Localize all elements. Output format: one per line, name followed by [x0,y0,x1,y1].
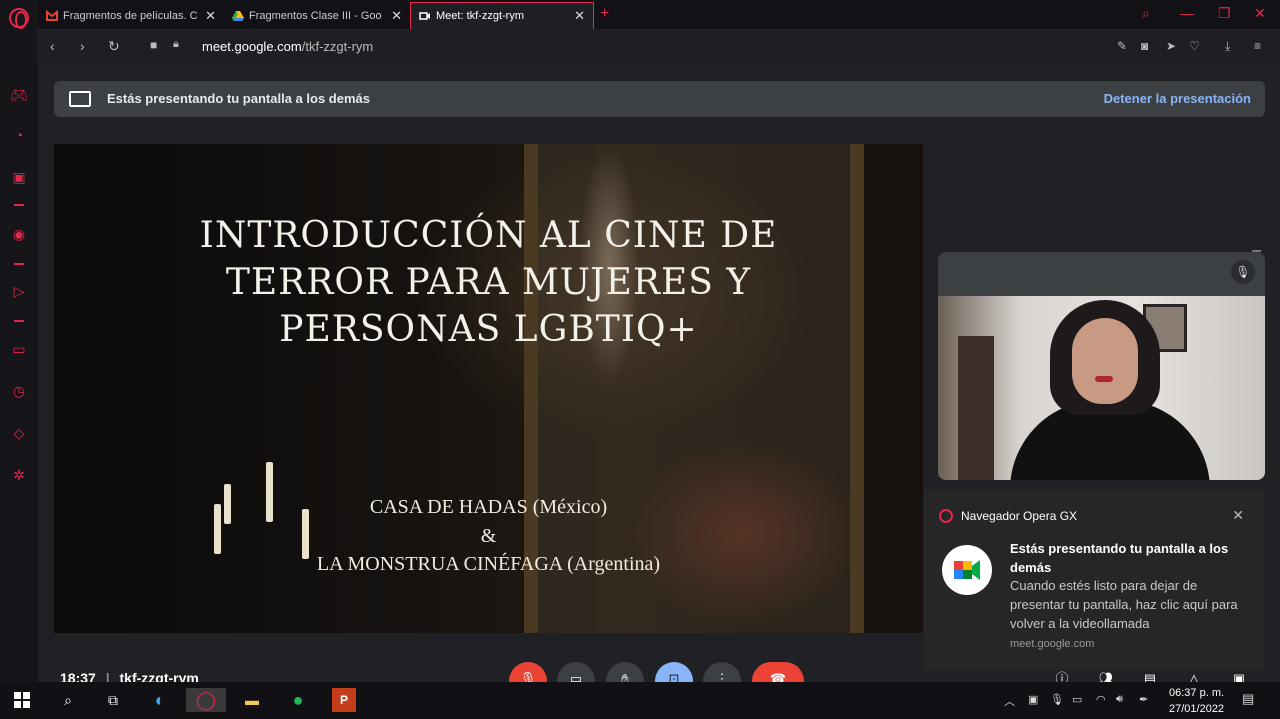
task-view-icon[interactable]: ⧉ [101,688,125,712]
menu-icon[interactable]: ≡ [1254,39,1261,53]
show-hidden-icons-icon[interactable]: ︿ [1004,693,1015,709]
slide-title-line: INTRODUCCIÓN AL CINE DE [199,215,778,256]
close-tab-icon[interactable]: ✕ [391,8,402,24]
slide-title-line: PERSONAS LGBTIQ+ [279,309,698,350]
slide-title: INTRODUCCIÓN AL CINE DE TERROR PARA MUJE… [54,212,923,353]
search-icon[interactable]: ⌕ [56,688,80,712]
camera-feed-door [958,336,994,480]
slide-subtitle-line: & [480,525,497,547]
reload-icon[interactable]: ↻ [108,38,120,55]
presentation-slide: INTRODUCCIÓN AL CINE DE TERROR PARA MUJE… [54,144,923,633]
new-tab-icon[interactable]: + [600,5,609,23]
notification-title: Estás presentando tu pantalla a los demá… [1010,541,1229,575]
maximize-icon[interactable]: ❐ [1218,5,1231,22]
tab-gmail[interactable]: Fragmentos de películas. C ✕ [38,2,224,29]
meet-icon [419,12,430,20]
slide-title-line: TERROR PARA MUJERES Y [225,262,752,303]
self-view-tile[interactable]: 🎙︎ [938,252,1265,480]
camera-feed-person [1010,300,1210,480]
close-notification-icon[interactable]: ✕ [1232,507,1244,524]
file-explorer-icon[interactable]: ▬ [240,688,264,712]
meet-tray-icon[interactable]: ▣ [1028,693,1038,706]
google-meet-logo-icon [942,545,992,595]
stop-presenting-button[interactable]: Detener la presentación [1104,91,1251,106]
windows-logo-icon [14,692,30,708]
tab-label: Fragmentos Clase III - Goo [249,9,382,22]
lock-icon: 🔒︎ [173,38,179,50]
opera-logo-icon[interactable] [9,8,29,29]
tab-label: Meet: tkf-zzgt-rym [436,10,525,22]
close-window-icon[interactable]: ✕ [1254,5,1266,22]
url-domain: meet.google.com [202,39,302,54]
google-drive-icon [232,10,244,21]
player-icon[interactable]: ▷ [10,282,28,300]
windows-start-icon[interactable] [10,688,34,712]
volume-icon[interactable]: 🔊︎ [1116,693,1123,706]
minimize-icon[interactable]: — [1180,5,1194,21]
briefcase-icon[interactable]: ▣ [10,168,28,186]
tab-bar: Fragmentos de películas. C ✕ Fragmentos … [38,0,1280,29]
present-screen-icon [69,91,91,107]
tab-drive[interactable]: Fragmentos Clase III - Goo ✕ [224,2,410,29]
notification-toast[interactable]: Navegador Opera GX ✕ Estás presentando t… [924,490,1264,670]
cube-icon[interactable]: ◇ [10,424,28,442]
sidebar-separator [14,263,24,265]
google-meet-logo-icon [954,560,980,580]
opera-gx-taskbar-icon[interactable]: ◯ [186,688,226,712]
notification-body: Cuando estés listo para dejar de present… [1010,578,1238,631]
spotify-icon[interactable]: ● [286,688,310,712]
tab-label: Fragmentos de películas. C [63,9,198,22]
camera-feed [938,296,1265,480]
gmail-icon [46,9,58,21]
close-tab-icon[interactable]: ✕ [574,8,585,24]
speedometer-icon[interactable]: ◔ [10,126,28,144]
gamepad-icon[interactable]: 🎮︎ [10,86,28,104]
microphone-icon[interactable]: 🎙︎ [1050,693,1064,706]
sidebar-separator [14,320,24,322]
notification-app-name: Navegador Opera GX [961,509,1078,523]
wifi-icon[interactable]: ◠ [1096,693,1106,706]
mic-off-icon: 🎙︎ [1231,260,1255,284]
notification-source: meet.google.com [1010,638,1095,650]
edge-icon[interactable]: ◐ [148,688,172,712]
clock-date: 27/01/2022 [1169,703,1225,715]
slide-subtitle-line: CASA DE HADAS (México) [369,496,608,518]
search-icon[interactable]: ⌕ [1142,5,1150,22]
camera-icon[interactable]: ■ [150,38,157,52]
opera-logo-icon [939,509,953,523]
back-icon[interactable]: ‹ [50,38,55,54]
url-field[interactable]: meet.google.com/tkf-zzgt-rym [202,39,373,54]
whatsapp-icon[interactable]: ◉ [10,225,28,243]
clock-time: 06:37 p. m. [1169,687,1225,699]
slide-subtitle-line: LA MONSTRUA CINÉFAGA (Argentina) [316,553,661,575]
send-icon[interactable]: ➤ [1166,39,1176,53]
sidebar-separator [14,204,24,206]
powerpoint-icon[interactable]: P [332,688,356,712]
system-clock[interactable]: 06:37 p. m. 27/01/2022 [1169,685,1224,717]
person-face [1072,318,1138,404]
banner-text: Estás presentando tu pantalla a los demá… [107,91,370,106]
edit-icon[interactable]: ✎ [1117,39,1127,53]
url-path: /tkf-zzgt-rym [301,39,374,54]
opera-sidebar: 🎮︎ ◔ ▣ ◉ ▷ ▭ ◷ ◇ ✲ [0,0,38,682]
snapshot-icon[interactable]: ◙ [1141,39,1148,53]
windows-taskbar: ⌕ ⧉ ◐ ◯ ▬ ● P ︿ ▣ 🎙︎ ▭ ◠ 🔊︎ ✒ 06:37 p. m… [0,682,1280,719]
notification-center-icon[interactable]: ▤ [1242,691,1254,707]
download-icon[interactable]: ⤓ [1225,39,1230,54]
history-icon[interactable]: ◷ [10,382,28,400]
presenting-banner: Estás presentando tu pantalla a los demá… [54,81,1265,117]
battery-icon[interactable]: ▭ [1072,693,1082,706]
screen: 🎮︎ ◔ ▣ ◉ ▷ ▭ ◷ ◇ ✲ Fragmentos de películ… [0,0,1280,719]
forward-icon[interactable]: › [80,38,85,54]
close-tab-icon[interactable]: ✕ [205,8,216,24]
person-lips [1095,376,1113,382]
twitch-icon[interactable]: ▭ [10,340,28,358]
tab-meet[interactable]: Meet: tkf-zzgt-rym ✕ [410,2,594,29]
heart-icon[interactable]: ♡ [1189,39,1200,53]
settings-icon[interactable]: ✲ [10,466,28,484]
pen-icon[interactable]: ✒ [1139,693,1148,706]
address-bar: ‹ › ↻ ■ 🔒︎ meet.google.com/tkf-zzgt-rym … [38,29,1280,64]
